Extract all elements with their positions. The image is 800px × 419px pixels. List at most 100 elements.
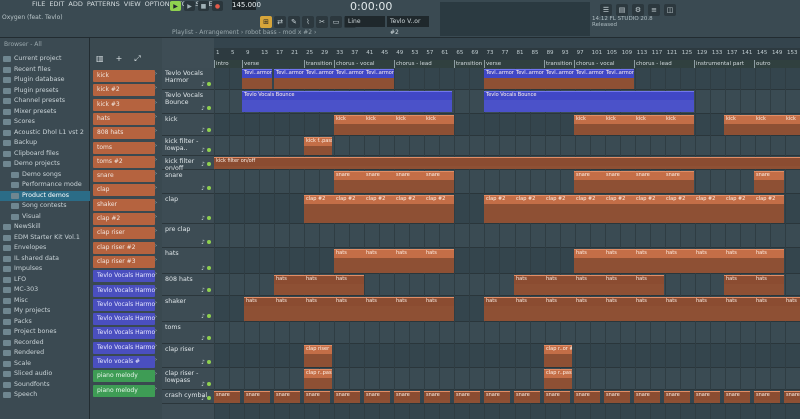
pattern-clip[interactable]: hats: [274, 297, 304, 306]
pattern-clip[interactable]: clap #2: [664, 195, 694, 204]
playlist-track-header[interactable]: hats ♪: [162, 248, 214, 274]
pattern-clip[interactable]: Tevl..armor: [274, 69, 304, 78]
track-enable-toggle[interactable]: [207, 336, 211, 340]
channel-settings-icon[interactable]: ›: [155, 128, 160, 138]
pattern-clip[interactable]: clap #2: [634, 195, 664, 204]
pattern-clip[interactable]: Tevl..armor: [304, 69, 334, 78]
pattern-clip[interactable]: hats: [664, 297, 694, 306]
pattern-clip[interactable]: snare: [604, 171, 634, 180]
playlist-lane[interactable]: [214, 114, 800, 136]
pattern-select[interactable]: Tevlo V..or #2: [387, 16, 429, 36]
pattern-clip[interactable]: hats: [754, 249, 784, 258]
track-enable-toggle[interactable]: [207, 266, 211, 270]
browser-item[interactable]: Visual: [0, 212, 90, 223]
channel-settings-icon[interactable]: ›: [155, 228, 160, 238]
pattern-clip[interactable]: hats: [634, 275, 664, 284]
track-enable-toggle[interactable]: [207, 288, 211, 292]
pattern-clip[interactable]: snare: [754, 171, 784, 180]
pattern-clip[interactable]: snare: [274, 391, 300, 400]
pattern-clip[interactable]: clap #2: [754, 195, 784, 204]
draw-icon[interactable]: ✎: [288, 16, 300, 28]
pattern-clip[interactable]: snare: [424, 391, 450, 400]
track-enable-toggle[interactable]: [207, 162, 211, 166]
pattern-clip[interactable]: hats: [754, 275, 784, 284]
pattern-clip[interactable]: snare: [544, 391, 570, 400]
song-marker[interactable]: chorus - lead: [394, 60, 432, 68]
browser-item[interactable]: Soundfonts: [0, 380, 90, 391]
pattern-clip[interactable]: hats: [604, 275, 634, 284]
playlist-lane[interactable]: [214, 344, 800, 368]
pattern-clip[interactable]: snare: [754, 391, 780, 400]
pattern-clip[interactable]: snare: [694, 391, 720, 400]
pattern-clip[interactable]: snare: [574, 171, 604, 180]
browser-item[interactable]: Impulses: [0, 264, 90, 275]
song-marker[interactable]: transition: [454, 60, 482, 68]
pattern-clip[interactable]: snare: [304, 391, 330, 400]
track-enable-toggle[interactable]: [207, 82, 211, 86]
slice-icon[interactable]: ✂: [316, 16, 328, 28]
pattern-clip[interactable]: hats: [784, 297, 800, 306]
add-icon[interactable]: +: [116, 54, 123, 68]
playlist-icon[interactable]: ☰: [600, 4, 612, 16]
playlist-track-header[interactable]: clap riser ♪: [162, 344, 214, 368]
channel-button[interactable]: snare: [93, 170, 155, 183]
pattern-clip[interactable]: hats: [604, 297, 634, 306]
browser-item[interactable]: Channel presets: [0, 96, 90, 107]
pattern-clip[interactable]: hats: [334, 297, 364, 306]
playlist-track-header[interactable]: shaker ♪: [162, 296, 214, 322]
pattern-clip[interactable]: snare: [334, 171, 364, 180]
pattern-clip[interactable]: snare: [424, 171, 454, 180]
playlist-lane[interactable]: [214, 322, 800, 344]
track-enable-toggle[interactable]: [207, 240, 211, 244]
pattern-clip[interactable]: clap #2: [394, 195, 424, 204]
channel-button[interactable]: clap riser #2: [93, 241, 155, 254]
pattern-clip[interactable]: hats: [724, 249, 754, 258]
browser-item[interactable]: Rendered: [0, 348, 90, 359]
track-enable-toggle[interactable]: [207, 314, 211, 318]
pattern-clip[interactable]: hats: [514, 275, 544, 284]
channel-button[interactable]: clap #2: [93, 213, 155, 225]
track-enable-toggle[interactable]: [207, 382, 211, 386]
pattern-clip[interactable]: hats: [424, 249, 454, 258]
pattern-clip[interactable]: kick filter on/off: [214, 157, 800, 166]
pattern-clip[interactable]: hats: [664, 249, 694, 258]
channel-settings-icon[interactable]: ›: [155, 200, 160, 210]
browser-item[interactable]: Recorded: [0, 338, 90, 349]
playlist-lane[interactable]: [214, 170, 800, 194]
pattern-clip[interactable]: snare: [514, 391, 540, 400]
menu-item-file[interactable]: FILE: [32, 0, 45, 9]
pattern-clip[interactable]: kick: [424, 115, 454, 124]
piano-icon[interactable]: ▥: [96, 54, 104, 68]
pattern-clip[interactable]: clap #2: [724, 195, 754, 204]
pattern-clip[interactable]: hats: [334, 275, 364, 284]
song-marker[interactable]: verse: [484, 60, 501, 68]
browser-item[interactable]: NewSkill: [0, 222, 90, 233]
play-button[interactable]: ▶: [184, 1, 195, 11]
browser-item[interactable]: Sliced audio: [0, 369, 90, 380]
channel-settings-icon[interactable]: ›: [155, 157, 160, 167]
track-enable-toggle[interactable]: [207, 106, 211, 110]
audio-clip[interactable]: Tevlo Vocals Bounce: [484, 91, 694, 100]
pattern-clip[interactable]: hats: [694, 249, 724, 258]
playlist-lane[interactable]: [214, 136, 800, 156]
browser-item[interactable]: Project bones: [0, 327, 90, 338]
channel-settings-icon[interactable]: ›: [155, 214, 160, 224]
pattern-clip[interactable]: snare: [634, 391, 660, 400]
pattern-clip[interactable]: hats: [724, 297, 754, 306]
pattern-clip[interactable]: hats: [424, 297, 454, 306]
pattern-clip[interactable]: Tevl..armor: [242, 69, 272, 78]
track-enable-toggle[interactable]: [207, 186, 211, 190]
pattern-clip[interactable]: hats: [724, 275, 754, 284]
pattern-clip[interactable]: hats: [394, 297, 424, 306]
song-marker[interactable]: chorus - lead: [634, 60, 672, 68]
menu-item-patterns[interactable]: PATTERNS: [87, 0, 120, 9]
pattern-clip[interactable]: snare: [604, 391, 630, 400]
browser-item[interactable]: Scale: [0, 359, 90, 370]
pattern-clip[interactable]: hats: [304, 275, 334, 284]
playlist-lane[interactable]: [214, 224, 800, 248]
pattern-clip[interactable]: snare: [334, 391, 360, 400]
channel-button[interactable]: kick: [93, 70, 155, 82]
pattern-clip[interactable]: Tevl..armor: [604, 69, 634, 78]
record-button[interactable]: ●: [212, 1, 223, 11]
channel-settings-icon[interactable]: ›: [155, 100, 160, 110]
